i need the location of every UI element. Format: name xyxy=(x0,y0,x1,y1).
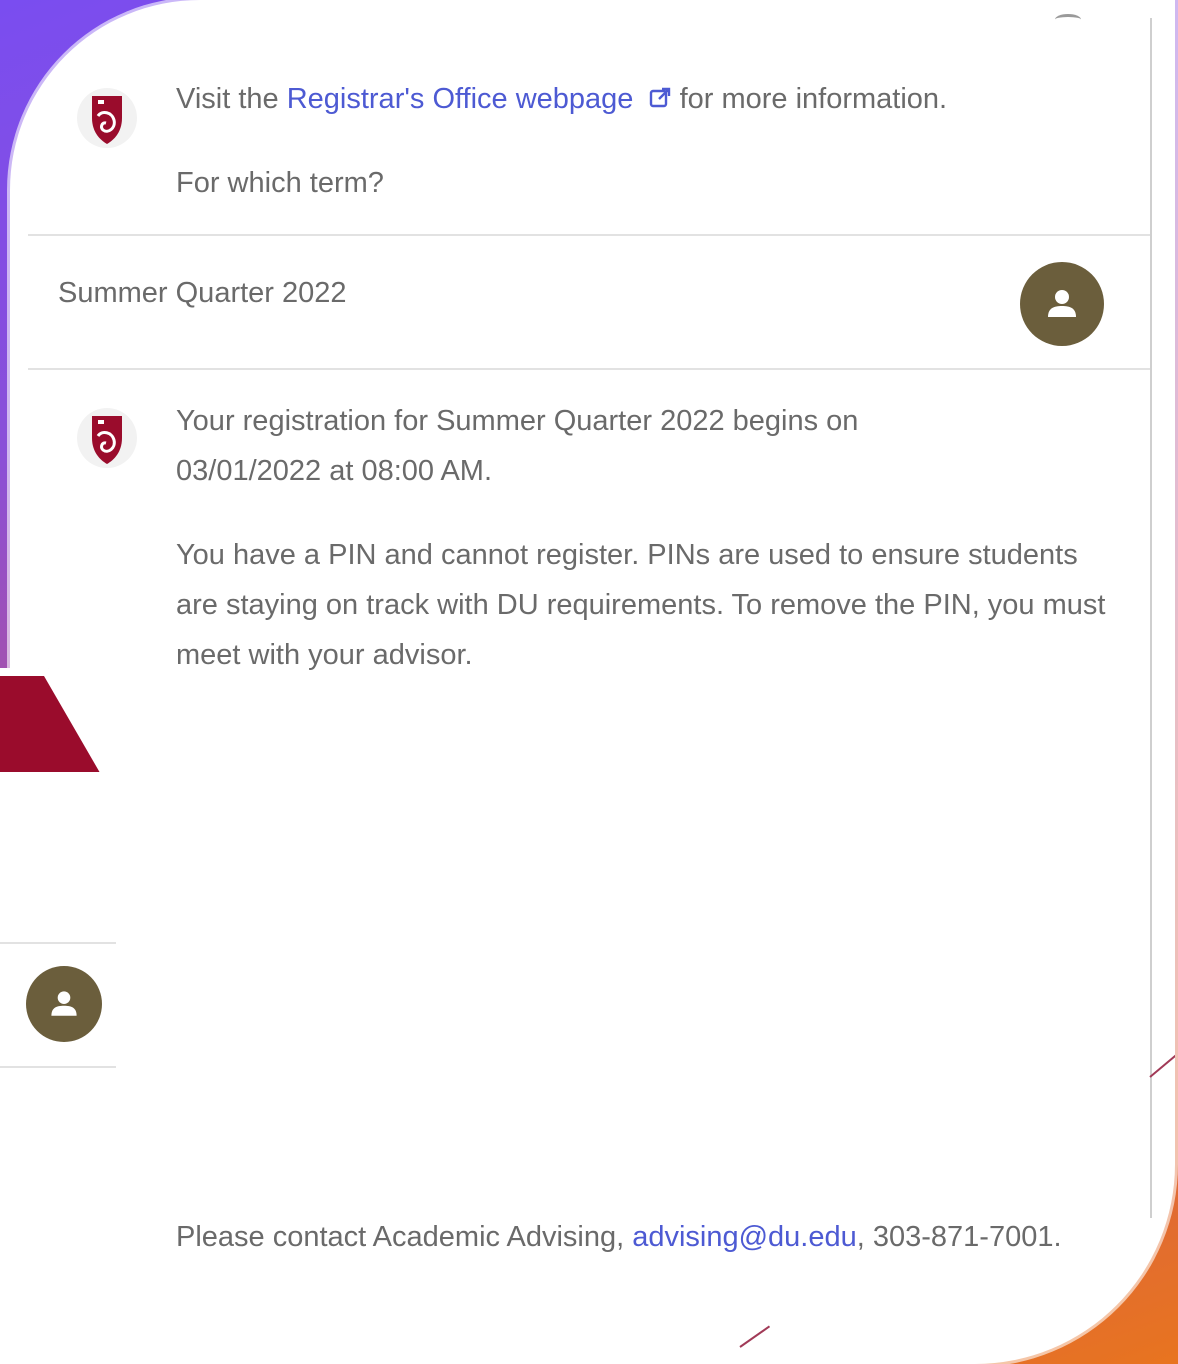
decorative-line xyxy=(1149,1050,1175,1078)
message-text: Visit the xyxy=(176,83,287,115)
external-link-icon xyxy=(649,87,670,108)
panel-border xyxy=(1150,18,1152,1218)
link-label: Registrar's Office webpage xyxy=(286,83,634,115)
user-avatar xyxy=(26,966,102,1042)
chat-panel: Visit the Registrar's Office webpage for… xyxy=(10,0,1175,1364)
bot-crest-icon xyxy=(76,402,138,476)
contact-advising-text: Please contact Academic Advising, advisi… xyxy=(176,1212,1086,1262)
message-text: , 303-871-7001. xyxy=(856,1221,1062,1253)
registrar-office-link[interactable]: Registrar's Office webpage xyxy=(287,83,680,115)
registration-date-text: Your registration for Summer Quarter 202… xyxy=(176,405,859,487)
scroll-indicator xyxy=(1055,14,1081,25)
divider xyxy=(28,368,1150,370)
message-text: Please contact Academic Advising, xyxy=(176,1221,633,1253)
divider xyxy=(0,1066,116,1068)
user-icon xyxy=(51,991,77,1016)
bot-message-1-text: Visit the Registrar's Office webpage for… xyxy=(176,74,1116,124)
pin-notice-text: You have a PIN and cannot register. PINs… xyxy=(176,539,1106,671)
message-text: for more information. xyxy=(679,83,948,115)
decorative-line xyxy=(739,1325,771,1348)
divider xyxy=(0,942,116,944)
side-chat-card xyxy=(0,668,134,1364)
divider xyxy=(28,234,1150,236)
user-avatar xyxy=(1020,262,1104,346)
bot-crest-icon xyxy=(76,82,138,156)
advising-email-link[interactable]: advising@du.edu xyxy=(632,1221,857,1253)
user-message-text: Summer Quarter 2022 xyxy=(58,277,347,309)
user-icon xyxy=(1048,290,1076,317)
bot-message-1-followup: For which term? xyxy=(176,167,384,199)
